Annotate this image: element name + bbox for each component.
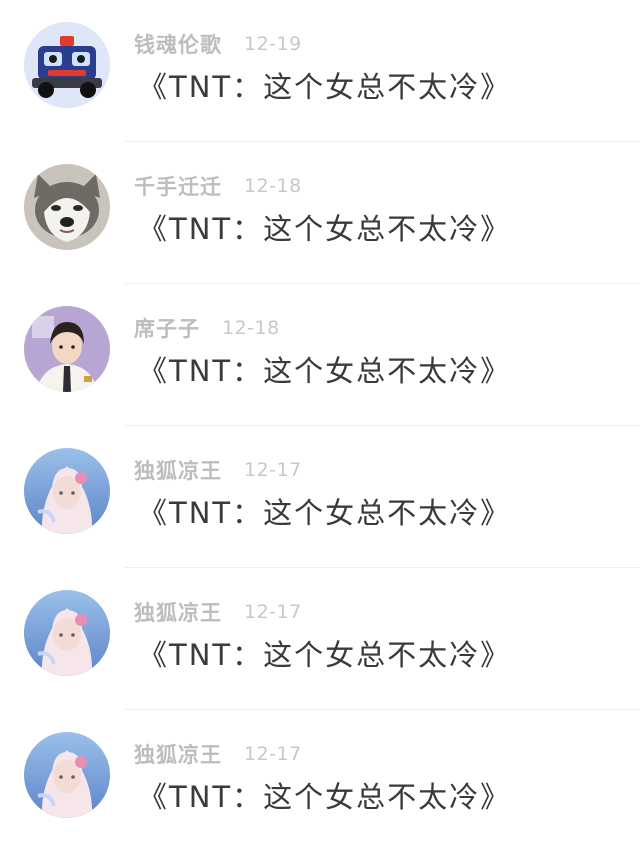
robot-car-avatar[interactable] — [24, 22, 110, 108]
list-item[interactable]: 独狐凉王 12-17 《TNT：这个女总不太冷》 — [0, 426, 640, 568]
list-item[interactable]: 独狐凉王 12-17 《TNT：这个女总不太冷》 — [0, 710, 640, 852]
item-meta: 钱魂伦歌 12-19 — [134, 30, 302, 58]
timestamp: 12-18 — [244, 175, 302, 197]
robot-car-icon — [24, 22, 110, 108]
list-item[interactable]: 席子子 12-18 《TNT：这个女总不太冷》 — [0, 284, 640, 426]
list-item[interactable]: 独狐凉王 12-17 《TNT：这个女总不太冷》 — [0, 568, 640, 710]
girl-portrait-avatar[interactable] — [24, 590, 110, 676]
girl-portrait-avatar[interactable] — [24, 448, 110, 534]
timestamp: 12-19 — [244, 33, 302, 55]
comment-text[interactable]: 《TNT：这个女总不太冷》 — [138, 632, 511, 674]
husky-dog-avatar[interactable] — [24, 164, 110, 250]
item-meta: 席子子 12-18 — [134, 314, 280, 342]
timestamp: 12-18 — [222, 317, 280, 339]
girl-portrait-icon — [24, 448, 110, 534]
comment-text[interactable]: 《TNT：这个女总不太冷》 — [138, 490, 511, 532]
girl-portrait-icon — [24, 732, 110, 818]
username[interactable]: 独狐凉王 — [134, 455, 222, 485]
username[interactable]: 独狐凉王 — [134, 597, 222, 627]
student-boy-icon — [24, 306, 110, 392]
comment-text[interactable]: 《TNT：这个女总不太冷》 — [138, 348, 511, 390]
timestamp: 12-17 — [244, 601, 302, 623]
girl-portrait-icon — [24, 590, 110, 676]
student-boy-avatar[interactable] — [24, 306, 110, 392]
username[interactable]: 独狐凉王 — [134, 739, 222, 769]
comment-feed: 钱魂伦歌 12-19 《TNT：这个女总不太冷》 千手迁迁 12-18 《TNT… — [0, 0, 640, 868]
item-meta: 独狐凉王 12-17 — [134, 456, 302, 484]
username[interactable]: 千手迁迁 — [134, 171, 222, 201]
item-meta: 千手迁迁 12-18 — [134, 172, 302, 200]
comment-text[interactable]: 《TNT：这个女总不太冷》 — [138, 774, 511, 816]
list-item[interactable]: 千手迁迁 12-18 《TNT：这个女总不太冷》 — [0, 142, 640, 284]
item-meta: 独狐凉王 12-17 — [134, 740, 302, 768]
timestamp: 12-17 — [244, 743, 302, 765]
husky-dog-icon — [24, 164, 110, 250]
timestamp: 12-17 — [244, 459, 302, 481]
girl-portrait-avatar[interactable] — [24, 732, 110, 818]
comment-text[interactable]: 《TNT：这个女总不太冷》 — [138, 64, 511, 106]
list-item[interactable]: 钱魂伦歌 12-19 《TNT：这个女总不太冷》 — [0, 0, 640, 142]
item-meta: 独狐凉王 12-17 — [134, 598, 302, 626]
username[interactable]: 钱魂伦歌 — [134, 29, 222, 59]
comment-text[interactable]: 《TNT：这个女总不太冷》 — [138, 206, 511, 248]
username[interactable]: 席子子 — [134, 313, 200, 343]
